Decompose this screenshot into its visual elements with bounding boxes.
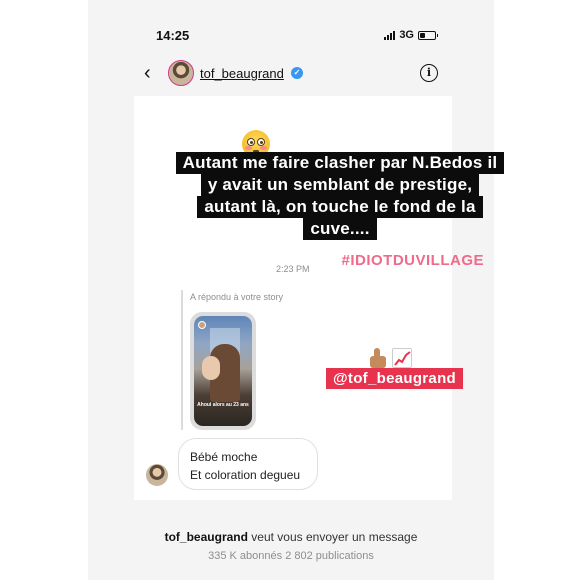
header-username[interactable]: tof_beaugrand bbox=[200, 66, 284, 81]
request-username[interactable]: tof_beaugrand bbox=[165, 530, 248, 544]
story-avatar bbox=[198, 321, 206, 329]
caption-line: cuve.... bbox=[303, 218, 377, 240]
message-line: Bébé moche bbox=[190, 450, 258, 464]
verified-badge-icon: ✓ bbox=[291, 67, 303, 79]
info-icon[interactable]: i bbox=[420, 64, 438, 82]
right-background bbox=[494, 0, 580, 580]
battery-level bbox=[420, 32, 425, 38]
story-image: Ahoui alors au 23 ans bbox=[194, 316, 252, 426]
caption-line: Autant me faire clasher par N.Bedos il bbox=[175, 152, 505, 174]
network-type: 3G bbox=[399, 29, 414, 41]
status-time: 14:25 bbox=[156, 28, 190, 43]
phone-screen: 14:25 3G ‹ tof_beaugrand ✓ i tof_beaugra… bbox=[88, 0, 494, 580]
thumbs-up-emoji bbox=[368, 348, 388, 370]
sender-avatar[interactable] bbox=[146, 464, 168, 486]
left-background bbox=[0, 0, 88, 580]
status-indicators: 3G bbox=[384, 29, 438, 41]
caption-line: y avait un semblant de prestige, bbox=[200, 174, 480, 196]
truncated-text: … bbox=[286, 574, 296, 580]
story-thumbnail[interactable]: Ahoui alors au 23 ans bbox=[190, 312, 256, 430]
message-line: Et coloration degueu bbox=[190, 468, 301, 482]
status-bar: 14:25 3G bbox=[88, 0, 494, 44]
battery-icon bbox=[418, 30, 438, 40]
request-message: veut vous envoyer un message bbox=[247, 530, 418, 544]
story-baby bbox=[202, 356, 220, 380]
profile-stats: 335 K abonnés 2 802 publications bbox=[208, 550, 374, 562]
chat-header: ‹ tof_beaugrand ✓ i bbox=[88, 52, 494, 96]
caption-line: autant là, on touche le fond de la bbox=[197, 196, 483, 218]
message-timestamp: 2:23 PM bbox=[276, 264, 310, 274]
story-caption-overlay: Autant me faire clasher par N.Bedos il y… bbox=[170, 152, 510, 240]
chart-increasing-emoji bbox=[392, 348, 412, 368]
message-bubble[interactable]: Bébé moche Et coloration degueu bbox=[178, 438, 318, 490]
chevron-left-icon[interactable]: ‹ bbox=[144, 63, 151, 83]
mention-sticker: @tof_beaugrand bbox=[326, 368, 463, 389]
request-text: tof_beaugrand veut vous envoyer un messa… bbox=[88, 530, 494, 544]
avatar[interactable] bbox=[168, 60, 194, 86]
message-request-panel: tof_beaugrand veut vous envoyer un messa… bbox=[88, 500, 494, 580]
signal-icon bbox=[384, 30, 396, 40]
story-caption: Ahoui alors au 23 ans bbox=[197, 402, 249, 408]
reply-label: A répondu à votre story bbox=[190, 292, 284, 302]
hashtag-sticker: #IDIOTDUVILLAGE bbox=[341, 252, 484, 269]
reply-indicator-line bbox=[181, 290, 183, 430]
